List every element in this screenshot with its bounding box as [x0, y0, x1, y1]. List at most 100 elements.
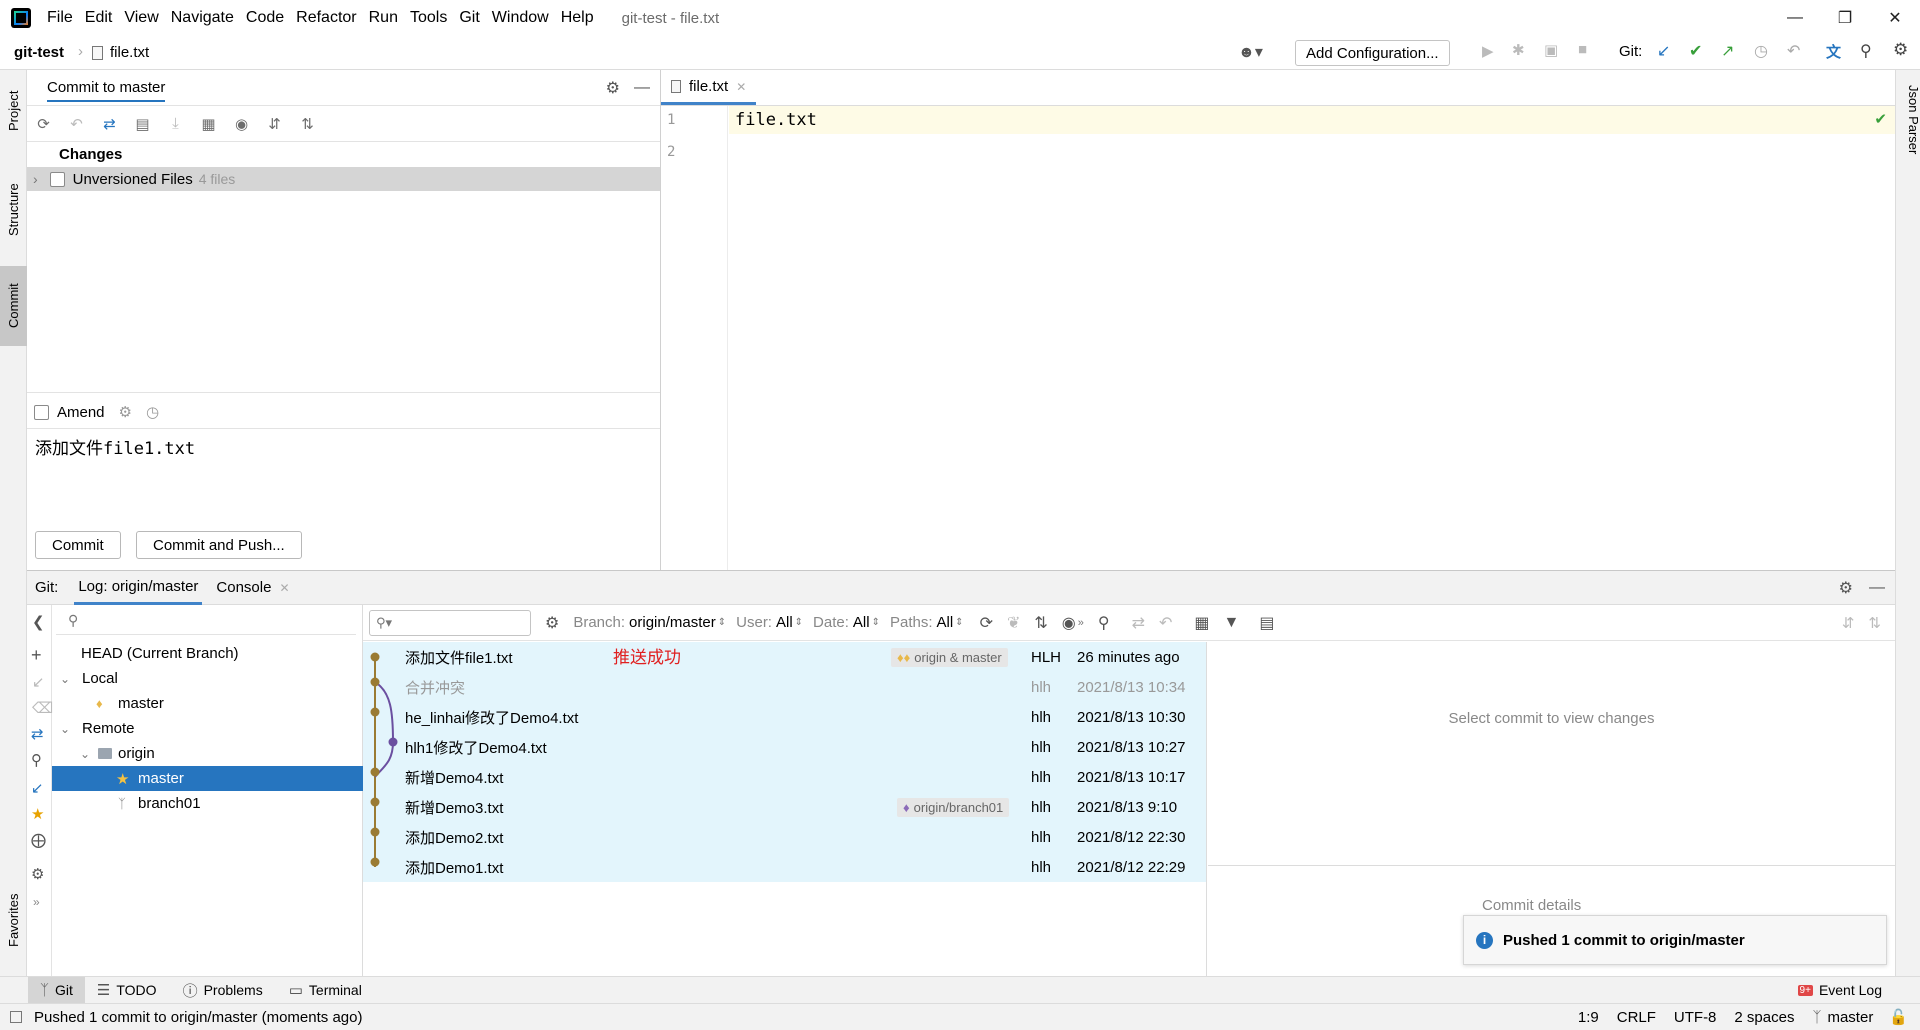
refresh-icon[interactable]: ⟳	[27, 110, 60, 138]
close-window-icon[interactable]: ✕	[1870, 0, 1920, 36]
close-tab-icon[interactable]: ✕	[736, 80, 746, 94]
user-icon[interactable]: ☻▾	[1238, 42, 1263, 62]
tree-origin-branch01[interactable]: ᛉ branch01	[118, 791, 201, 816]
tree-local[interactable]: ⌄ Local	[60, 666, 118, 691]
menu-tools[interactable]: Tools	[404, 0, 453, 36]
commit-row[interactable]: hlh1修改了Demo4.txt hlh 2021/8/13 10:27	[363, 732, 1203, 762]
filter-branch-dropdown[interactable]: origin/master	[629, 614, 716, 631]
tree-local-master[interactable]: ♦ master	[96, 691, 164, 716]
tree-origin-master-selected[interactable]: ★ master	[52, 766, 363, 791]
compare-icon[interactable]: ⇄	[31, 725, 44, 743]
log-options-gear-icon[interactable]: ⚙	[545, 613, 559, 633]
filter-funnel-icon[interactable]: ▼	[1224, 614, 1240, 632]
view-options-eye-icon[interactable]: ◉	[225, 110, 258, 138]
menu-view[interactable]: View	[118, 0, 164, 36]
changelist-icon[interactable]: ▤	[126, 110, 159, 138]
settings-gear-icon[interactable]: ⚙	[1893, 40, 1908, 60]
restore-icon[interactable]: ❐	[1820, 0, 1870, 36]
event-log-tool-button[interactable]: 9+ Event Log	[1797, 982, 1882, 998]
menu-help[interactable]: Help	[555, 0, 600, 36]
stop-icon[interactable]: ■	[1578, 41, 1587, 58]
caret-position[interactable]: 1:9	[1578, 1009, 1599, 1026]
problems-tool-button[interactable]: ⓘ Problems	[183, 980, 263, 1001]
commit-row[interactable]: 合并冲突 hlh 2021/8/13 10:34	[363, 672, 1203, 702]
menu-git[interactable]: Git	[453, 0, 485, 36]
amend-checkbox[interactable]	[34, 404, 49, 420]
commit-row[interactable]: 新增Demo4.txt hlh 2021/8/13 10:17	[363, 762, 1203, 792]
close-tab-icon[interactable]: ✕	[279, 581, 289, 595]
panel-settings-gear-icon[interactable]: ⚙	[606, 78, 620, 98]
file-encoding[interactable]: UTF-8	[1674, 1009, 1717, 1026]
git-panel-settings-gear-icon[interactable]: ⚙	[1839, 578, 1853, 598]
cherry-pick-icon[interactable]: ❦	[1007, 613, 1020, 633]
update-project-icon[interactable]: ↙	[1657, 41, 1670, 61]
show-diff-icon[interactable]: ⇄	[1132, 613, 1145, 633]
commit-options-gear-icon[interactable]: ⚙	[119, 403, 132, 421]
refresh-log-icon[interactable]: ⟳	[980, 613, 993, 633]
shelve-icon[interactable]: ⤓	[159, 110, 192, 138]
branch-settings-gear-icon[interactable]: ⚙	[31, 865, 44, 883]
todo-tool-button[interactable]: ☰ TODO	[97, 981, 157, 999]
commit-row[interactable]: 添加文件file1.txt 推送成功 ♦♦ origin & master HLH…	[363, 642, 1203, 672]
history-icon[interactable]: ◷	[1754, 41, 1768, 61]
debug-icon[interactable]: ✱	[1512, 41, 1525, 59]
expand-all-icon[interactable]: ⇵	[258, 110, 291, 138]
menu-refactor[interactable]: Refactor	[290, 0, 362, 36]
translate-icon[interactable]: 文	[1826, 41, 1841, 62]
indent-setting[interactable]: 2 spaces	[1734, 1009, 1794, 1026]
tab-log-origin-master[interactable]: Log: origin/master	[74, 571, 203, 605]
more-icon[interactable]: »	[33, 895, 40, 909]
editor-text-line-1[interactable]: file.txt	[735, 110, 817, 130]
commit-button[interactable]: Commit	[35, 531, 121, 559]
amend-label[interactable]: Amend	[57, 404, 105, 421]
menu-navigate[interactable]: Navigate	[165, 0, 240, 36]
menu-file[interactable]: File	[41, 0, 79, 36]
rollback-icon[interactable]: ↶	[1787, 41, 1800, 61]
revert-icon[interactable]: ↶	[1159, 613, 1172, 633]
run-icon[interactable]: ▶	[1482, 42, 1494, 60]
sort-icon[interactable]: ⇅	[1034, 613, 1047, 633]
editor-tab-file[interactable]: file.txt ✕	[661, 71, 757, 105]
commit-icon[interactable]: ✔	[1689, 41, 1702, 61]
hide-git-panel-icon[interactable]: —	[1869, 579, 1885, 597]
coverage-icon[interactable]: ▣	[1544, 41, 1558, 59]
commit-message-input[interactable]: 添加文件file1.txt	[35, 434, 195, 459]
branch-search-field[interactable]: ⚲	[56, 607, 356, 635]
unversioned-checkbox[interactable]	[49, 171, 65, 187]
json-parser-tool-tab[interactable]: Json Parser	[1896, 80, 1920, 160]
commit-message-history-icon[interactable]: ◷	[146, 403, 159, 421]
collapse-all-icon[interactable]: ⇅	[291, 110, 324, 138]
tree-head[interactable]: HEAD (Current Branch)	[81, 641, 239, 666]
tool-windows-toggle-icon[interactable]	[10, 1011, 22, 1023]
push-notification-balloon[interactable]: i Pushed 1 commit to origin/master	[1463, 915, 1887, 965]
search-branch-icon[interactable]: ⚲	[31, 751, 42, 769]
commit-row[interactable]: 新增Demo3.txt ♦ origin/branch01 hlh 2021/8/…	[363, 792, 1203, 822]
favorites-tool-tab[interactable]: Favorites	[0, 880, 27, 960]
log-search-input[interactable]: ⚲▾	[369, 609, 531, 636]
tree-remote[interactable]: ⌄ Remote	[60, 716, 135, 741]
unversioned-files-row[interactable]: › Unversioned Files 4 files	[27, 167, 660, 191]
minimize-icon[interactable]: —	[1770, 0, 1820, 36]
filter-date-dropdown[interactable]: All	[853, 614, 870, 631]
view-options-eye-icon[interactable]: ◉	[1062, 613, 1076, 633]
add-configuration-button[interactable]: Add Configuration...	[1295, 40, 1450, 66]
fetch-icon[interactable]: ↙	[31, 779, 44, 797]
git-tool-button[interactable]: ᛉ Git	[28, 976, 85, 1004]
breadcrumb-project[interactable]: git-test	[14, 44, 64, 61]
menu-edit[interactable]: Edit	[79, 0, 119, 36]
group-by-icon[interactable]: ▦	[192, 110, 225, 138]
collapse-branches-icon[interactable]: ❮	[32, 613, 45, 631]
diff-icon[interactable]: ⇄	[93, 110, 126, 138]
favorite-star-icon[interactable]: ★	[31, 805, 44, 823]
breadcrumb-file[interactable]: file.txt	[110, 44, 149, 61]
menu-window[interactable]: Window	[486, 0, 555, 36]
navigate-icon[interactable]: ⨁	[31, 831, 46, 849]
delete-branch-icon[interactable]: ⌫	[32, 699, 53, 717]
commit-and-push-button[interactable]: Commit and Push...	[136, 531, 302, 559]
menu-run[interactable]: Run	[363, 0, 404, 36]
lock-icon[interactable]: 🔓	[1889, 1008, 1908, 1026]
update-branch-icon[interactable]: ↙	[32, 673, 45, 691]
filter-paths-dropdown[interactable]: All	[937, 614, 954, 631]
expand-all-icon[interactable]: ⇵	[1842, 614, 1855, 632]
status-message[interactable]: Pushed 1 commit to origin/master (moment…	[34, 1009, 362, 1026]
